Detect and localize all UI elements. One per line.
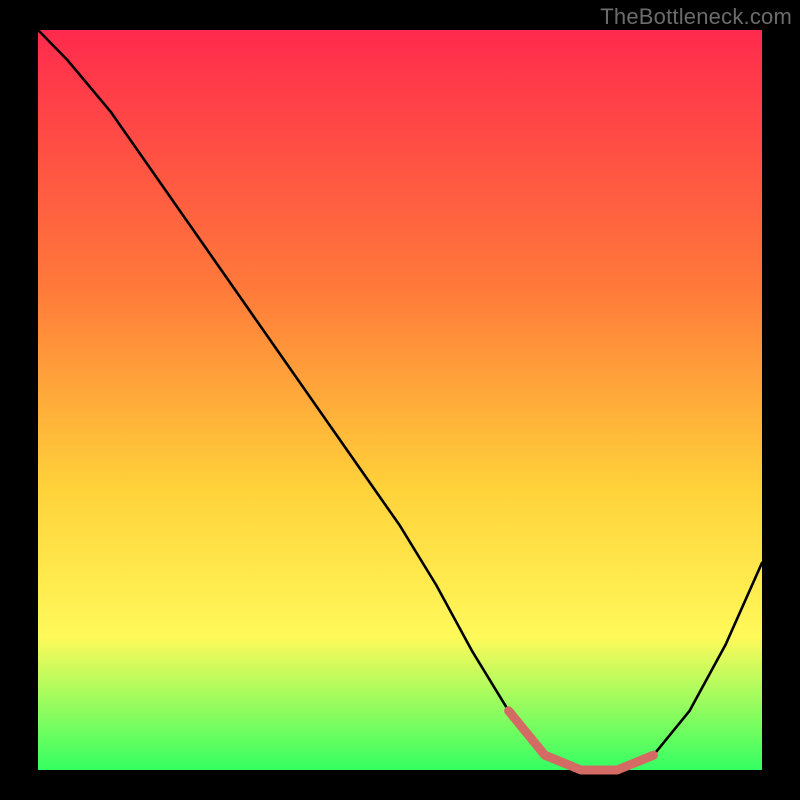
gradient-background bbox=[38, 30, 762, 770]
chart-frame: TheBottleneck.com bbox=[0, 0, 800, 800]
watermark-text: TheBottleneck.com bbox=[600, 4, 792, 30]
bottleneck-chart-svg bbox=[0, 0, 800, 800]
